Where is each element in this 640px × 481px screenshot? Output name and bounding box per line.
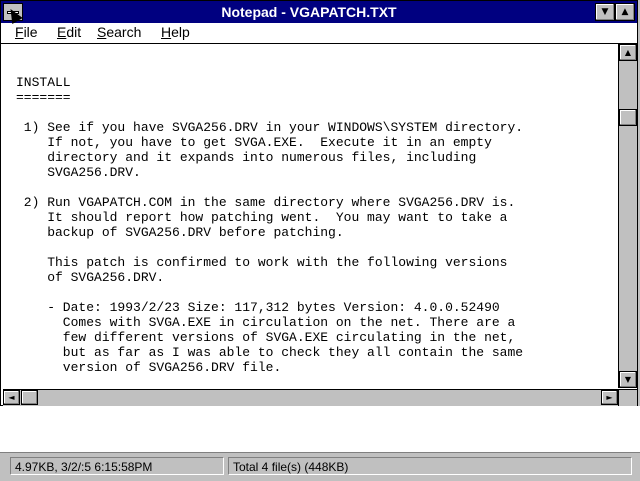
desktop-area bbox=[0, 406, 640, 452]
menu-edit[interactable]: Edit bbox=[57, 24, 81, 40]
window-title: Notepad - VGAPATCH.TXT bbox=[221, 4, 397, 20]
scroll-down-button[interactable]: ▼ bbox=[619, 371, 637, 388]
minimize-arrow-icon: ▼ bbox=[601, 7, 609, 17]
text-editor[interactable]: INSTALL ======= 1) See if you have SVGA2… bbox=[3, 45, 617, 387]
status-total-info: Total 4 file(s) (448KB) bbox=[228, 457, 632, 475]
notepad-window: Notepad - VGAPATCH.TXT ▼ ▲ File Edit Sea… bbox=[0, 0, 638, 406]
scrollbar-corner bbox=[618, 389, 637, 406]
scroll-right-arrow-icon: ► bbox=[606, 393, 613, 402]
scroll-down-arrow-icon: ▼ bbox=[624, 375, 632, 384]
document-text[interactable]: INSTALL ======= 1) See if you have SVGA2… bbox=[3, 45, 617, 375]
maximize-arrow-icon: ▲ bbox=[621, 7, 629, 17]
horizontal-scroll-thumb[interactable] bbox=[21, 390, 38, 405]
vertical-scroll-thumb[interactable] bbox=[619, 109, 637, 126]
vertical-scrollbar[interactable]: ▲ ▼ bbox=[618, 44, 637, 388]
scroll-up-button[interactable]: ▲ bbox=[619, 44, 637, 61]
scroll-right-button[interactable]: ► bbox=[601, 390, 618, 405]
menu-file[interactable]: File bbox=[15, 24, 38, 40]
title-bar[interactable]: Notepad - VGAPATCH.TXT ▼ ▲ bbox=[1, 1, 637, 23]
status-selection-info: 4.97KB, 3/2/:5 6:15:58PM bbox=[10, 457, 224, 475]
scroll-left-arrow-icon: ◄ bbox=[8, 393, 15, 402]
scroll-left-button[interactable]: ◄ bbox=[3, 390, 20, 405]
horizontal-scrollbar[interactable]: ◄ ► bbox=[3, 389, 618, 406]
status-bar: 4.97KB, 3/2/:5 6:15:58PM Total 4 file(s)… bbox=[0, 452, 640, 481]
minimize-button[interactable]: ▼ bbox=[595, 3, 615, 21]
menu-help[interactable]: Help bbox=[161, 24, 190, 40]
scroll-up-arrow-icon: ▲ bbox=[624, 48, 632, 57]
menu-bar: File Edit Search Help bbox=[1, 23, 637, 44]
maximize-button[interactable]: ▲ bbox=[615, 3, 635, 21]
menu-search[interactable]: Search bbox=[97, 24, 141, 40]
